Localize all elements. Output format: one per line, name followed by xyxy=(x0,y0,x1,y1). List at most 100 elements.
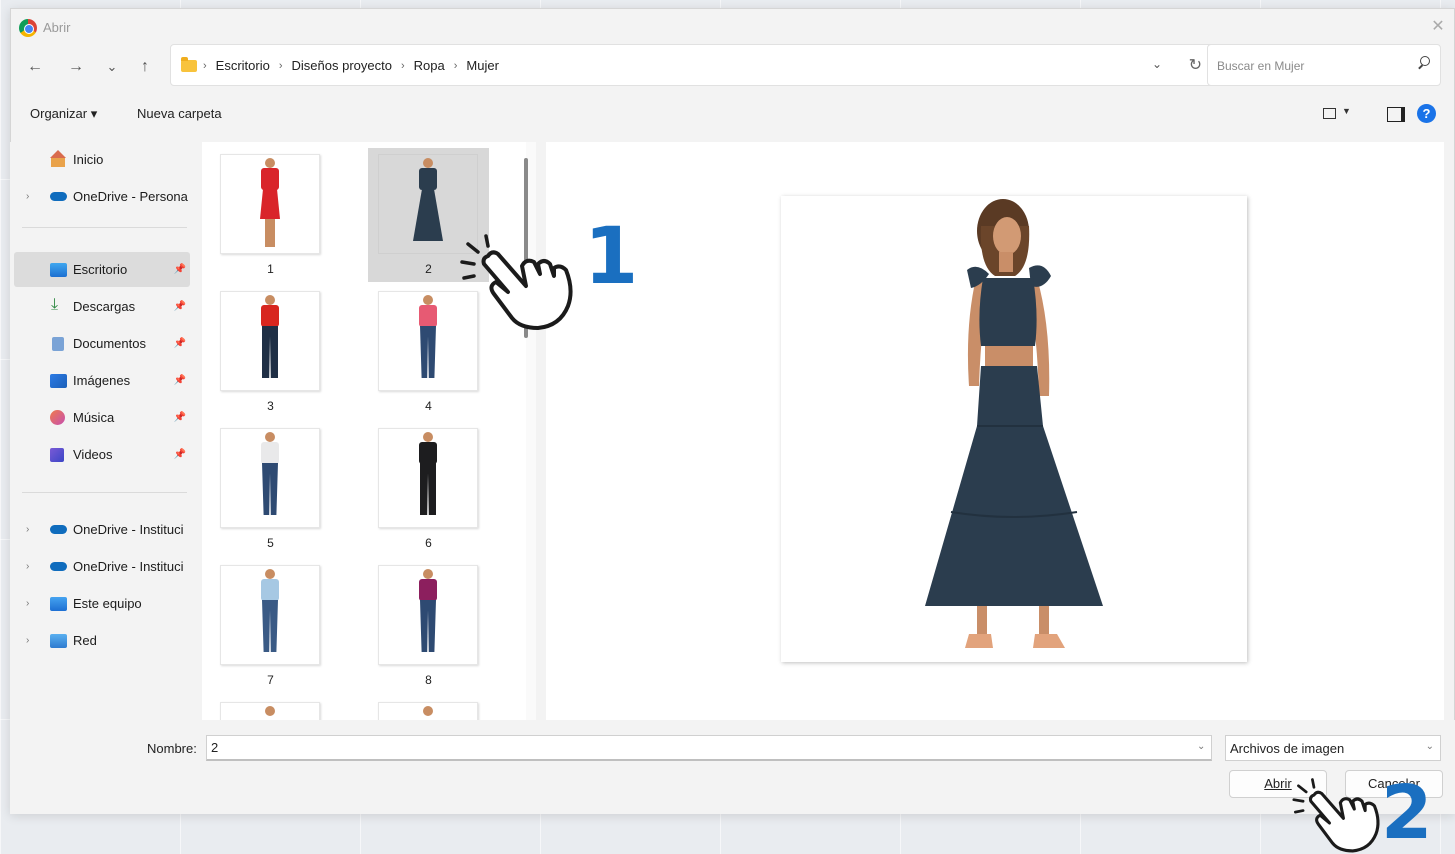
file-thumbnail xyxy=(220,154,320,254)
file-tile[interactable] xyxy=(210,696,331,720)
pointing-hand-icon xyxy=(460,234,573,330)
divider xyxy=(22,492,187,493)
sidebar-item-imagenes[interactable]: Imágenes 📌 xyxy=(14,363,190,398)
pointing-hand-icon xyxy=(1292,778,1380,853)
file-tile[interactable]: 5 xyxy=(210,422,331,556)
sidebar-item-label: Este equipo xyxy=(73,596,142,611)
model-bottom xyxy=(262,600,278,652)
model-legs xyxy=(265,219,275,247)
file-name-dropdown-icon[interactable]: ⌄ xyxy=(1197,741,1205,752)
model-top xyxy=(419,168,437,190)
sidebar-item-musica[interactable]: Música 📌 xyxy=(14,400,190,435)
computer-icon xyxy=(50,596,67,611)
chrome-icon xyxy=(19,19,37,37)
close-icon[interactable]: ✕ xyxy=(1428,17,1448,37)
view-options-chevron-icon[interactable]: ▼ xyxy=(1342,106,1351,116)
sidebar-item-documentos[interactable]: Documentos 📌 xyxy=(14,326,190,361)
model-bottom xyxy=(420,600,436,652)
expand-chevron-icon[interactable]: › xyxy=(26,191,29,202)
file-thumbnail xyxy=(378,702,478,720)
model-bottom xyxy=(420,463,436,515)
organize-menu[interactable]: Organizar ▾ xyxy=(30,106,97,122)
sidebar-item-onedrive-institucional-2[interactable]: › OneDrive - Instituci xyxy=(14,549,190,584)
search-icon[interactable] xyxy=(1417,56,1430,69)
sidebar-item-inicio[interactable]: Inicio xyxy=(14,142,190,177)
woman-skirt-image xyxy=(925,199,1103,648)
search-box[interactable]: Buscar en Mujer xyxy=(1207,44,1441,86)
breadcrumb-separator-icon: › xyxy=(400,59,405,72)
sidebar-item-escritorio[interactable]: Escritorio 📌 xyxy=(14,252,190,287)
file-name-label: 6 xyxy=(425,536,432,550)
download-icon xyxy=(50,296,67,314)
search-input[interactable]: Buscar en Mujer xyxy=(1217,59,1304,73)
file-name-label: Nombre: xyxy=(147,741,197,756)
file-name-value: 2 xyxy=(211,740,219,755)
pin-icon: 📌 xyxy=(173,338,186,349)
breadcrumb: › Escritorio › Diseños proyecto › Ropa ›… xyxy=(203,58,499,73)
model-top xyxy=(261,442,279,464)
model-bottom xyxy=(420,326,436,378)
file-list: 12345678 xyxy=(202,142,526,720)
dialog-title: Abrir xyxy=(43,20,71,35)
breadcrumb-item-mujer[interactable]: Mujer xyxy=(466,58,499,73)
sidebar-item-label: OneDrive - Instituci xyxy=(73,522,184,537)
breadcrumb-item-disenos-proyecto[interactable]: Diseños proyecto xyxy=(292,58,392,73)
model-top xyxy=(261,168,279,190)
model-bottom xyxy=(413,189,443,241)
expand-chevron-icon[interactable]: › xyxy=(26,635,29,646)
file-tile[interactable]: 7 xyxy=(210,559,331,693)
pin-icon: 📌 xyxy=(173,301,186,312)
file-name-label: 4 xyxy=(425,399,432,413)
sidebar-item-este-equipo[interactable]: › Este equipo xyxy=(14,586,190,621)
new-folder-button[interactable]: Nueva carpeta xyxy=(137,106,222,121)
sidebar-item-videos[interactable]: Videos 📌 xyxy=(14,437,190,472)
forward-arrow-icon[interactable]: → xyxy=(63,56,89,78)
sidebar-item-label: OneDrive - Instituci xyxy=(73,559,184,574)
file-name-label: 3 xyxy=(267,399,274,413)
file-tile[interactable]: 6 xyxy=(368,422,489,556)
expand-chevron-icon[interactable]: › xyxy=(26,598,29,609)
file-name-input[interactable]: 2 xyxy=(206,735,1212,761)
sidebar-item-onedrive-institucional-1[interactable]: › OneDrive - Instituci xyxy=(14,512,190,547)
chevron-down-icon: ⌄ xyxy=(1425,741,1434,752)
breadcrumb-item-ropa[interactable]: Ropa xyxy=(414,58,445,73)
up-arrow-icon[interactable]: ↑ xyxy=(132,56,158,78)
pictures-icon xyxy=(50,373,67,388)
sidebar-item-onedrive-personal[interactable]: › OneDrive - Persona xyxy=(14,179,190,214)
file-tile[interactable]: 1 xyxy=(210,148,331,282)
model-head xyxy=(265,569,275,579)
document-icon xyxy=(52,336,64,351)
title-bar: Abrir ✕ xyxy=(11,9,1454,45)
music-icon xyxy=(50,410,65,425)
desktop-icon xyxy=(50,262,67,277)
file-name-label: 5 xyxy=(267,536,274,550)
change-view-icon[interactable] xyxy=(1320,104,1342,124)
address-dropdown-icon[interactable]: ⌄ xyxy=(1152,57,1162,71)
model-top xyxy=(261,305,279,327)
model-head xyxy=(423,432,433,442)
preview-pane-icon[interactable] xyxy=(1384,104,1406,124)
sidebar-item-descargas[interactable]: Descargas 📌 xyxy=(14,289,190,324)
file-tile[interactable]: 8 xyxy=(368,559,489,693)
model-bottom xyxy=(260,189,280,219)
model-head xyxy=(423,569,433,579)
expand-chevron-icon[interactable]: › xyxy=(26,524,29,535)
sidebar-item-label: Inicio xyxy=(73,152,104,167)
cloud-icon xyxy=(50,562,67,571)
back-arrow-icon[interactable]: ← xyxy=(22,56,48,78)
address-bar[interactable]: › Escritorio › Diseños proyecto › Ropa ›… xyxy=(170,44,1215,86)
help-icon[interactable]: ? xyxy=(1417,104,1436,123)
file-name-label: 1 xyxy=(267,262,274,276)
expand-chevron-icon[interactable]: › xyxy=(26,561,29,572)
file-type-select[interactable]: Archivos de imagen ⌄ xyxy=(1225,735,1441,761)
recent-locations-chevron-icon[interactable]: ⌄ xyxy=(99,56,125,78)
image-preview xyxy=(781,196,1247,662)
file-tile[interactable]: 3 xyxy=(210,285,331,419)
file-tile[interactable] xyxy=(368,696,489,720)
sidebar-item-red[interactable]: › Red xyxy=(14,623,190,658)
video-icon xyxy=(50,447,64,462)
model-top xyxy=(419,579,437,601)
model-head xyxy=(423,706,433,716)
breadcrumb-item-escritorio[interactable]: Escritorio xyxy=(216,58,270,73)
refresh-icon[interactable]: ↻ xyxy=(1189,55,1202,75)
